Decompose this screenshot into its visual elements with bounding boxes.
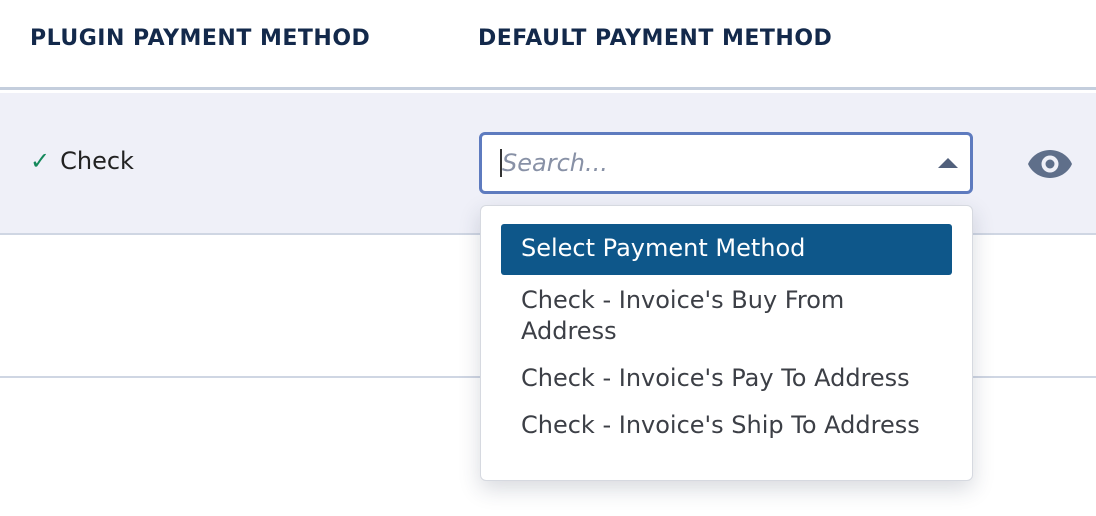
dropdown-option-check-pay-to-address[interactable]: Check - Invoice's Pay To Address: [501, 357, 952, 400]
column-header-default-payment-method: DEFAULT PAYMENT METHOD: [478, 26, 833, 51]
dropdown-option-check-ship-to-address[interactable]: Check - Invoice's Ship To Address: [501, 404, 952, 447]
column-header-plugin-payment-method: PLUGIN PAYMENT METHOD: [30, 26, 371, 51]
payment-method-select[interactable]: [479, 132, 973, 194]
plugin-method-label: Check: [60, 147, 134, 175]
eye-icon[interactable]: [1027, 149, 1073, 179]
checkmark-icon: ✓: [30, 147, 51, 175]
payment-method-mapping: PLUGIN PAYMENT METHOD DEFAULT PAYMENT ME…: [0, 0, 1096, 516]
text-cursor: [500, 149, 502, 177]
payment-method-dropdown: Select Payment Method Check - Invoice's …: [480, 205, 973, 481]
caret-up-icon[interactable]: [938, 158, 958, 168]
dropdown-option-select-payment-method[interactable]: Select Payment Method: [501, 224, 952, 275]
payment-method-search-input[interactable]: [502, 135, 922, 191]
plugin-method-cell: ✓ Check: [30, 147, 134, 175]
table-header: PLUGIN PAYMENT METHOD DEFAULT PAYMENT ME…: [0, 0, 1096, 90]
dropdown-option-check-buy-from-address[interactable]: Check - Invoice's Buy From Address: [501, 279, 952, 353]
